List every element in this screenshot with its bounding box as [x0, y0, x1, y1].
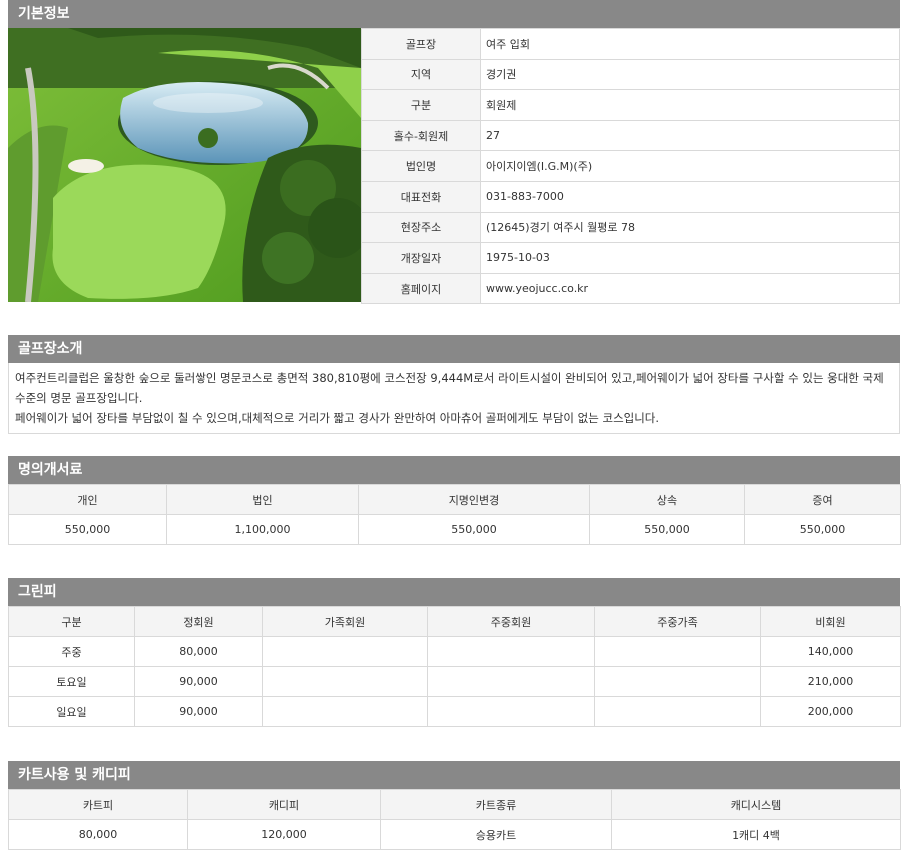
basic-info-label: 구분 — [361, 89, 481, 121]
basic-info-value[interactable]: www.yeojucc.co.kr — [480, 272, 900, 305]
cart-value: 80,000 — [8, 819, 188, 850]
cart-value: 120,000 — [187, 819, 381, 850]
green-fee-cell — [594, 696, 761, 727]
basic-info-value: 경기권 — [480, 58, 900, 91]
green-fee-cell: 200,000 — [760, 696, 901, 727]
green-fee-cell: 일요일 — [8, 696, 135, 727]
basic-info-value: 1975-10-03 — [480, 242, 900, 274]
green-fee-cell: 140,000 — [760, 636, 901, 667]
green-fee-cell: 90,000 — [134, 666, 263, 697]
green-fee-cell — [427, 636, 595, 667]
green-fee-cell — [262, 636, 428, 667]
basic-info-row: 홀수-회원제 27 — [361, 119, 900, 152]
transfer-header: 지명인변경 — [358, 484, 590, 515]
transfer-fee-table: 개인 법인 지명인변경 상속 증여 550,000 1,100,000 550,… — [8, 484, 901, 545]
intro-text: 여주컨트리클럽은 울창한 숲으로 둘러쌓인 명문코스로 총면적 380,810평… — [8, 363, 900, 434]
basic-info-row: 현장주소 (12645)경기 여주시 월평로 78 — [361, 211, 900, 244]
basic-info-row: 지역 경기권 — [361, 58, 900, 91]
transfer-header: 법인 — [166, 484, 359, 515]
green-fee-header: 가족회원 — [262, 606, 428, 637]
green-fee-cell — [594, 636, 761, 667]
basic-info-section: 기본정보 골프장 여주 입회 지역 경기권 구분 회원제 홀수-회원제 27 법… — [8, 0, 900, 305]
basic-info-row: 홈페이지 www.yeojucc.co.kr — [361, 272, 900, 305]
green-fee-cell: 토요일 — [8, 666, 135, 697]
basic-info-value: 여주 입회 — [480, 28, 900, 60]
intro-line: 여주컨트리클럽은 울창한 숲으로 둘러쌓인 명문코스로 총면적 380,810평… — [15, 371, 884, 405]
green-fee-cell — [262, 696, 428, 727]
green-fee-cell — [427, 666, 595, 697]
basic-info-value: 27 — [480, 119, 900, 152]
green-fee-cell — [594, 666, 761, 697]
cart-caddie-table: 카트피 캐디피 카트종류 캐디시스템 80,000 120,000 승용카트 1… — [8, 789, 901, 850]
golf-course-image — [8, 28, 361, 302]
basic-info-label: 현장주소 — [361, 211, 481, 244]
golf-course-photo — [8, 28, 361, 302]
transfer-value: 550,000 — [744, 514, 901, 545]
green-fee-section: 그린피 구분 정회원 가족회원 주중회원 주중가족 비회원 주중 80,000 … — [8, 578, 901, 727]
basic-info-row: 법인명 아이지이엠(I.G.M)(주) — [361, 150, 900, 182]
basic-info-row: 구분 회원제 — [361, 89, 900, 121]
green-fee-cell — [427, 696, 595, 727]
green-fee-header: 구분 — [8, 606, 135, 637]
green-fee-cell: 80,000 — [134, 636, 263, 667]
transfer-value: 1,100,000 — [166, 514, 359, 545]
transfer-value: 550,000 — [589, 514, 745, 545]
green-fee-header: 주중가족 — [594, 606, 761, 637]
intro-title: 골프장소개 — [8, 335, 900, 363]
cart-value: 승용카트 — [380, 819, 612, 850]
transfer-fee-title: 명의개서료 — [8, 456, 900, 484]
basic-info-row: 개장일자 1975-10-03 — [361, 242, 900, 274]
basic-info-label: 대표전화 — [361, 180, 481, 213]
basic-info-value: 031-883-7000 — [480, 180, 900, 213]
basic-info-title: 기본정보 — [8, 0, 900, 28]
table-row: 일요일 90,000 200,000 — [8, 696, 901, 727]
green-fee-title: 그린피 — [8, 578, 900, 606]
cart-caddie-title: 카트사용 및 캐디피 — [8, 761, 900, 789]
transfer-header: 증여 — [744, 484, 901, 515]
cart-caddie-section: 카트사용 및 캐디피 카트피 캐디피 카트종류 캐디시스템 80,000 120… — [8, 761, 901, 850]
basic-info-row: 골프장 여주 입회 — [361, 28, 900, 60]
table-row: 주중 80,000 140,000 — [8, 636, 901, 667]
cart-value: 1캐디 4백 — [611, 819, 901, 850]
green-fee-table: 구분 정회원 가족회원 주중회원 주중가족 비회원 주중 80,000 140,… — [8, 606, 901, 727]
intro-section: 골프장소개 여주컨트리클럽은 울창한 숲으로 둘러쌓인 명문코스로 총면적 38… — [8, 335, 900, 434]
transfer-header: 상속 — [589, 484, 745, 515]
basic-info-value: 아이지이엠(I.G.M)(주) — [480, 150, 900, 182]
basic-info-label: 개장일자 — [361, 242, 481, 274]
basic-info-value: (12645)경기 여주시 월평로 78 — [480, 211, 900, 244]
cart-header: 카트피 — [8, 789, 188, 820]
green-fee-cell: 주중 — [8, 636, 135, 667]
green-fee-header: 정회원 — [134, 606, 263, 637]
basic-info-label: 골프장 — [361, 28, 481, 60]
intro-line: 페어웨이가 넓어 장타를 부담없이 칠 수 있으며,대체적으로 거리가 짧고 경… — [15, 411, 660, 425]
green-fee-cell: 90,000 — [134, 696, 263, 727]
cart-header: 캐디시스템 — [611, 789, 901, 820]
basic-info-value: 회원제 — [480, 89, 900, 121]
green-fee-cell — [262, 666, 428, 697]
basic-info-label: 홀수-회원제 — [361, 119, 481, 152]
basic-info-table: 골프장 여주 입회 지역 경기권 구분 회원제 홀수-회원제 27 법인명 아이지이엠(I.G.M… — [361, 28, 900, 305]
transfer-value: 550,000 — [8, 514, 167, 545]
transfer-value: 550,000 — [358, 514, 590, 545]
green-fee-cell: 210,000 — [760, 666, 901, 697]
table-row: 토요일 90,000 210,000 — [8, 666, 901, 697]
cart-header: 캐디피 — [187, 789, 381, 820]
basic-info-label: 홈페이지 — [361, 272, 481, 305]
cart-header: 카트종류 — [380, 789, 612, 820]
green-fee-header: 주중회원 — [427, 606, 595, 637]
basic-info-label: 법인명 — [361, 150, 481, 182]
transfer-header: 개인 — [8, 484, 167, 515]
transfer-fee-section: 명의개서료 개인 법인 지명인변경 상속 증여 550,000 1,100,00… — [8, 456, 901, 545]
basic-info-row: 대표전화 031-883-7000 — [361, 180, 900, 213]
green-fee-header: 비회원 — [760, 606, 901, 637]
basic-info-label: 지역 — [361, 58, 481, 91]
